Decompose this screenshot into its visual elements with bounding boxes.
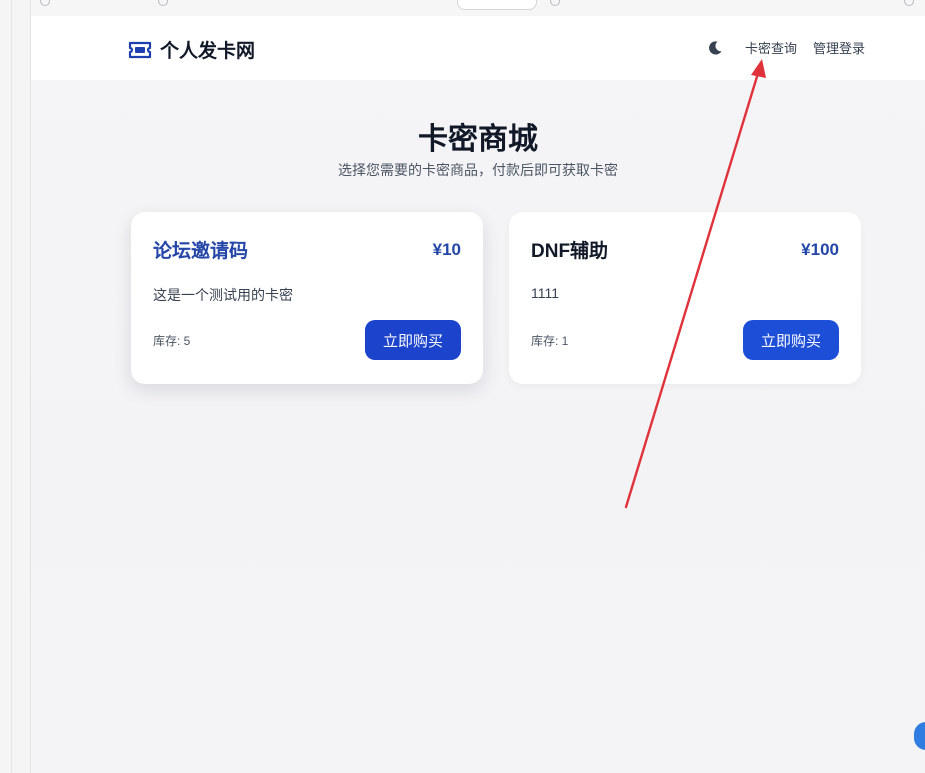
product-price: ¥10 [432, 239, 461, 259]
product-title: 论坛邀请码 [153, 241, 249, 262]
ticket-icon [128, 41, 152, 58]
nav-links: 卡密查询 管理登录 [707, 38, 865, 57]
page-subtitle: 选择您需要的卡密商品，付款后即可获取卡密 [338, 162, 618, 178]
browser-top-strip [0, 0, 925, 16]
browser-address-pill[interactable] [457, 0, 537, 10]
product-stock: 库存: 5 [153, 333, 191, 348]
toolbar-icon[interactable] [904, 0, 914, 6]
buy-now-button[interactable]: 立即购买 [743, 320, 839, 360]
page: 个人发卡网 卡密查询 管理登录 卡密商城 选择您需要的卡密商品，付款后即可获取卡… [31, 16, 925, 773]
product-title: DNF辅助 [531, 241, 609, 262]
navbar: 个人发卡网 卡密查询 管理登录 [31, 16, 925, 80]
toolbar-icon[interactable] [40, 0, 50, 6]
toolbar-icon[interactable] [158, 0, 168, 6]
moon-icon[interactable] [707, 40, 723, 56]
brand-name: 个人发卡网 [160, 41, 256, 62]
product-description: 这是一个测试用的卡密 [153, 287, 293, 303]
product-description: 1111 [531, 285, 560, 301]
product-card: DNF辅助 ¥100 1111 库存: 1 立即购买 [509, 212, 861, 384]
page-title: 卡密商城 [418, 123, 538, 156]
product-stock: 库存: 1 [531, 333, 569, 348]
product-card: 论坛邀请码 ¥10 这是一个测试用的卡密 库存: 5 立即购买 [131, 212, 483, 384]
buy-now-button[interactable]: 立即购买 [365, 320, 461, 360]
toolbar-icon[interactable] [550, 0, 560, 6]
admin-login-link[interactable]: 管理登录 [813, 38, 865, 57]
card-query-link[interactable]: 卡密查询 [745, 38, 797, 57]
rail-divider [11, 0, 12, 773]
product-price: ¥100 [801, 239, 839, 259]
browser-side-rail [0, 0, 31, 773]
brand[interactable]: 个人发卡网 [128, 36, 255, 63]
